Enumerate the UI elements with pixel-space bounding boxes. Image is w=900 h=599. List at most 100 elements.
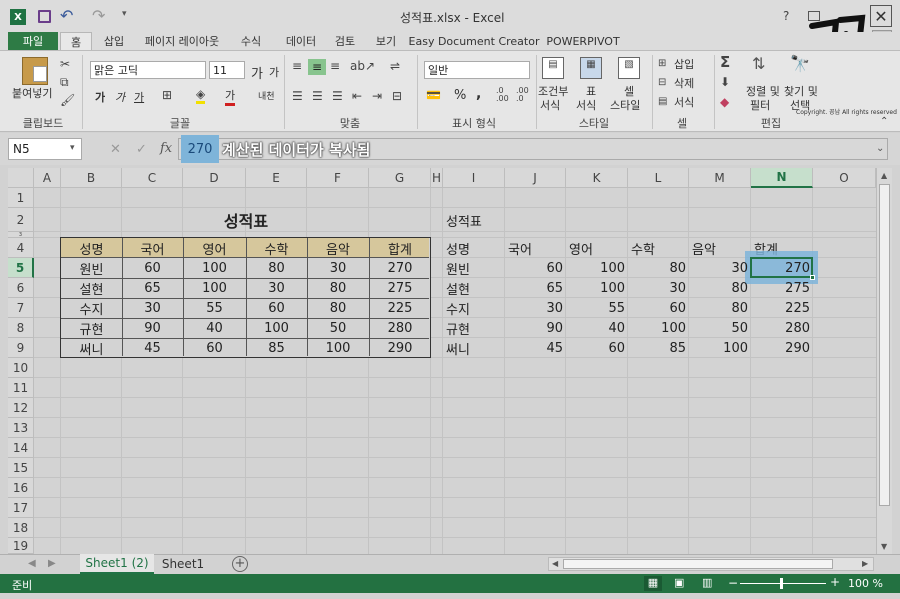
column-header-a[interactable]: A	[34, 168, 61, 188]
left-cell-english[interactable]: 100	[183, 278, 246, 298]
right-header-math[interactable]: 수학	[628, 238, 689, 258]
left-cell-math[interactable]: 80	[246, 258, 307, 278]
left-cell-music[interactable]: 100	[307, 338, 369, 358]
right-cell-english[interactable]: 100	[566, 258, 628, 278]
increase-decimal-icon[interactable]: .0.00	[496, 87, 509, 103]
left-header-english[interactable]: 영어	[183, 238, 246, 258]
save-icon[interactable]	[38, 10, 51, 23]
right-cell-total[interactable]: 290	[751, 338, 813, 358]
right-cell-name[interactable]: 규현	[443, 318, 505, 338]
decrease-decimal-icon[interactable]: .00.0	[516, 87, 529, 103]
row-header-2[interactable]: 2	[8, 208, 34, 232]
right-cell-korean[interactable]: 60	[505, 258, 566, 278]
row-header-17[interactable]: 17	[8, 498, 34, 518]
insert-cells-button[interactable]: 삽입	[674, 56, 694, 72]
tab-formulas[interactable]: 수식	[233, 32, 269, 50]
clear-icon[interactable]: ◆	[720, 95, 729, 109]
right-cell-music[interactable]: 30	[689, 258, 751, 278]
left-table-title[interactable]: 성적표	[61, 208, 431, 232]
tab-page-layout[interactable]: 페이지 레이아웃	[138, 32, 226, 50]
sheet-nav-prev-icon[interactable]: ◀	[28, 558, 36, 569]
conditional-format-button-sub[interactable]: 서식	[540, 97, 560, 113]
cut-icon[interactable]: ✂	[60, 57, 70, 71]
align-bottom-icon[interactable]: ≡	[330, 59, 340, 73]
qat-customize-icon[interactable]: ▾	[122, 9, 127, 19]
accounting-format-icon[interactable]: 💳	[426, 88, 441, 102]
row-header-19[interactable]: 19	[8, 538, 34, 554]
right-header-english[interactable]: 영어	[566, 238, 628, 258]
fill-handle[interactable]	[810, 275, 815, 280]
row-header-11[interactable]: 11	[8, 378, 34, 398]
bold-button[interactable]: 가	[95, 89, 105, 105]
right-cell-english[interactable]: 100	[566, 278, 628, 298]
right-cell-math[interactable]: 30	[628, 278, 689, 298]
tab-easy-document-creator[interactable]: Easy Document Creator	[409, 32, 540, 50]
selected-cell-n5[interactable]	[750, 257, 813, 278]
zoom-level[interactable]: 100 %	[848, 577, 883, 590]
fill-color-icon[interactable]: ◈	[196, 87, 206, 104]
underline-button[interactable]: 가	[134, 89, 144, 105]
delete-cells-button[interactable]: 삭제	[674, 75, 694, 91]
right-cell-korean[interactable]: 30	[505, 298, 566, 318]
row-header-13[interactable]: 13	[8, 418, 34, 438]
sort-filter-icon[interactable]: ⇅	[752, 56, 765, 72]
right-cell-name[interactable]: 써니	[443, 338, 505, 358]
decrease-indent-icon[interactable]: ⇤	[352, 89, 362, 103]
row-header-10[interactable]: 10	[8, 358, 34, 378]
column-header-c[interactable]: C	[122, 168, 183, 188]
left-cell-name[interactable]: 원빈	[61, 258, 122, 278]
right-cell-total[interactable]: 275	[751, 278, 813, 298]
right-cell-music[interactable]: 100	[689, 338, 751, 358]
format-painter-icon[interactable]: 🖌	[60, 93, 75, 107]
right-cell-english[interactable]: 60	[566, 338, 628, 358]
row-header-14[interactable]: 14	[8, 438, 34, 458]
page-layout-view-icon[interactable]: ▣	[674, 576, 684, 589]
right-cell-math[interactable]: 60	[628, 298, 689, 318]
left-header-total[interactable]: 합계	[369, 238, 431, 258]
right-cell-name[interactable]: 설현	[443, 278, 505, 298]
align-middle-icon[interactable]: ≡	[308, 59, 326, 75]
left-cell-korean[interactable]: 65	[122, 278, 183, 298]
percent-button[interactable]: %	[454, 88, 466, 103]
row-header-18[interactable]: 18	[8, 518, 34, 538]
left-cell-name[interactable]: 수지	[61, 298, 122, 318]
right-cell-total[interactable]: 280	[751, 318, 813, 338]
worksheet-grid[interactable]: A B C D E F G H I J K L M N O 1 2 3 4 5 …	[8, 168, 876, 554]
cell-styles-button-sub[interactable]: 스타일	[610, 97, 640, 113]
right-cell-english[interactable]: 55	[566, 298, 628, 318]
normal-view-icon[interactable]: ▦	[644, 576, 662, 591]
left-cell-english[interactable]: 100	[183, 258, 246, 278]
name-box-dropdown-icon[interactable]: ▾	[70, 143, 75, 153]
format-as-table-button-sub[interactable]: 서식	[576, 97, 596, 113]
left-cell-korean[interactable]: 90	[122, 318, 183, 338]
zoom-out-button[interactable]: −	[728, 576, 738, 590]
expand-formula-icon[interactable]: ⌄	[876, 143, 884, 154]
tab-insert[interactable]: 삽입	[96, 32, 132, 50]
left-cell-english[interactable]: 40	[183, 318, 246, 338]
copy-icon[interactable]: ⧉	[60, 75, 69, 89]
left-cell-total[interactable]: 225	[369, 298, 431, 318]
left-cell-total[interactable]: 270	[369, 258, 431, 278]
align-left-icon[interactable]: ☰	[292, 89, 303, 103]
tab-file[interactable]: 파일	[8, 32, 58, 50]
formula-cancel-icon[interactable]: ✕	[110, 142, 121, 157]
conditional-format-icon[interactable]: ▤	[542, 57, 564, 79]
right-cell-korean[interactable]: 90	[505, 318, 566, 338]
font-color-button[interactable]: 가	[225, 87, 236, 106]
orientation-icon[interactable]: ab↗	[350, 59, 375, 73]
help-button[interactable]: ?	[783, 9, 789, 23]
zoom-slider[interactable]	[740, 578, 826, 589]
zoom-slider-thumb[interactable]	[780, 578, 783, 589]
align-right-icon[interactable]: ☰	[332, 89, 343, 103]
left-cell-korean[interactable]: 60	[122, 258, 183, 278]
column-header-f[interactable]: F	[307, 168, 369, 188]
insert-cells-icon[interactable]: ⊞	[658, 57, 666, 71]
horizontal-scrollbar[interactable]: ◀ ▶	[548, 557, 874, 571]
insert-function-icon[interactable]: fx	[160, 141, 172, 156]
left-header-name[interactable]: 성명	[61, 238, 122, 258]
paste-button[interactable]: 붙여넣기	[12, 85, 52, 101]
scroll-down-icon[interactable]: ▼	[881, 542, 887, 551]
left-cell-music[interactable]: 80	[307, 298, 369, 318]
right-cell-english[interactable]: 40	[566, 318, 628, 338]
left-cell-korean[interactable]: 45	[122, 338, 183, 358]
